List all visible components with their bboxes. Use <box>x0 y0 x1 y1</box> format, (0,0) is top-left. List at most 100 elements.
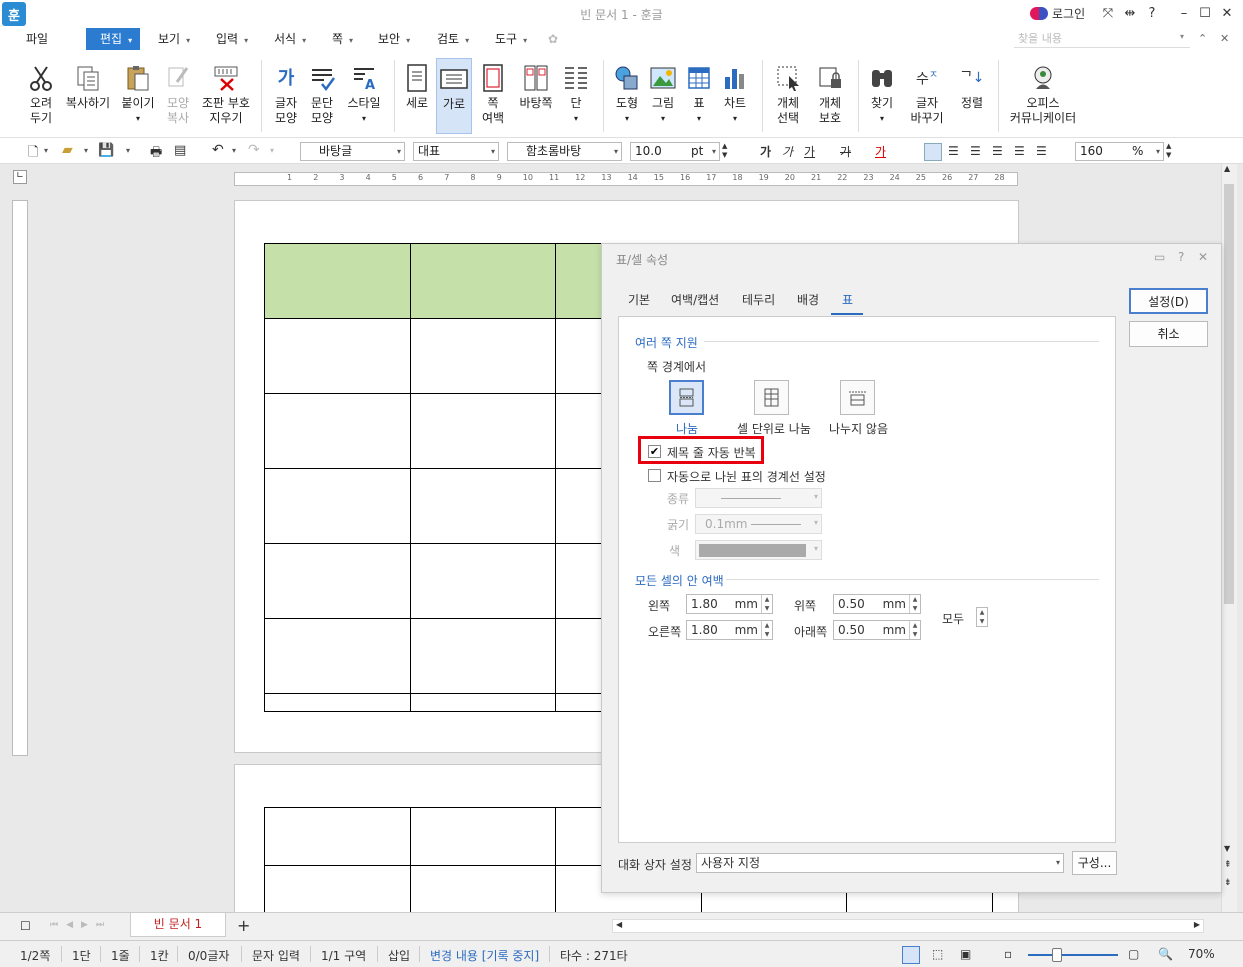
bottom-margin-field[interactable]: 0.50 mm ▲ ▼ <box>833 620 921 640</box>
portrait-button[interactable]: 세로 <box>400 58 434 134</box>
scroll-down-icon[interactable]: ▼ <box>1224 844 1230 853</box>
table-cell-properties-dialog[interactable]: 표/셀 속성 ▭ ? ✕ 기본 여백/캡션 테두리 배경 표 여러 쪽 지원 쪽… <box>601 243 1222 893</box>
view-normal-icon[interactable] <box>902 946 920 964</box>
paste-button[interactable]: 붙이기 ▾ <box>118 58 158 134</box>
align-center-icon[interactable]: ☰ <box>970 144 981 158</box>
menu-file[interactable]: 파일 <box>26 28 48 50</box>
char-shape-button[interactable]: 가 글자 모양 <box>268 58 304 134</box>
language-combo[interactable]: 대표 ▾ <box>413 142 499 161</box>
horizontal-ruler[interactable]: 1 2 3 4 5 6 7 8 9 10 11 12 13 14 15 16 17 18 19 20 21 22 23 24 2… <box>234 172 1018 186</box>
left-margin-field[interactable]: 1.80 mm ▲ ▼ <box>686 594 773 614</box>
thickness-combo[interactable]: 0.1mm ▾ <box>695 514 822 534</box>
tab-nav-icons[interactable]: ⏮◀▶⏭ <box>50 920 112 930</box>
find-button[interactable]: 찾기 ▾ <box>864 58 900 134</box>
font-size-field[interactable]: 10.0 pt ▾ <box>630 142 720 161</box>
scroll-up-icon[interactable]: ▲ <box>1224 164 1230 173</box>
color-combo[interactable]: ▾ <box>695 540 822 560</box>
tab-table[interactable]: 표 <box>842 291 853 308</box>
cut-button[interactable]: 오려 두기 <box>22 58 60 134</box>
line-type-combo[interactable]: ▾ <box>695 488 822 508</box>
maximize-icon[interactable]: ☐ <box>1197 6 1213 22</box>
resize-icon[interactable]: ⇹ <box>1122 6 1138 22</box>
split-option-cell[interactable] <box>754 380 789 415</box>
document-tab[interactable]: 빈 문서 1 <box>130 913 226 937</box>
zoom-slider[interactable] <box>1028 954 1118 956</box>
repeat-header-checkbox[interactable]: ✔ <box>648 445 661 458</box>
font-color-button[interactable]: 가 <box>875 143 886 160</box>
split-option-none[interactable] <box>840 380 875 415</box>
top-margin-field[interactable]: 0.50 mm ▲ ▼ <box>833 594 921 614</box>
tab-basic[interactable]: 기본 <box>628 291 650 308</box>
dialog-help-icon[interactable]: ? <box>1178 250 1184 264</box>
bold-button[interactable]: 가 <box>760 143 771 160</box>
zoom-out-icon[interactable]: ▫ <box>1004 947 1012 961</box>
sort-button[interactable]: ᄀ↓ 정렬 <box>954 58 990 134</box>
underline-button[interactable]: 가 <box>804 143 815 160</box>
font-combo[interactable]: 함초롬바탕 ▾ <box>507 142 622 161</box>
menu-format[interactable]: 서식 ▾ <box>274 28 306 50</box>
menu-review[interactable]: 검토 ▾ <box>437 28 469 50</box>
zoom-combo[interactable]: 160% ▾ <box>1075 142 1164 161</box>
menu-insert[interactable]: 입력 ▾ <box>216 28 248 50</box>
para-shape-button[interactable]: 문단 모양 <box>304 58 340 134</box>
split-option-split[interactable] <box>669 380 704 415</box>
new-doc-icon[interactable]: 🗋 <box>28 143 38 165</box>
size-spin-icon[interactable]: ▲ ▼ <box>722 142 727 160</box>
chart-button[interactable]: 차트 ▾ <box>718 58 752 134</box>
copy-button[interactable]: 복사하기 <box>62 58 114 134</box>
ribbon-collapse-icon[interactable]: ⌃ <box>1198 32 1207 45</box>
zoom-in-icon[interactable]: ▢ <box>1128 947 1139 961</box>
italic-button[interactable]: 가 <box>782 143 793 160</box>
vertical-ruler[interactable] <box>12 200 28 756</box>
page-down-icon[interactable]: ⇟ <box>1224 878 1232 888</box>
menu-security[interactable]: 보안 ▾ <box>378 28 410 50</box>
status-zoom[interactable]: 70% <box>1188 947 1215 961</box>
add-tab-button[interactable]: + <box>237 916 250 935</box>
magnifier-icon[interactable]: 🔍 <box>1158 947 1173 961</box>
tab-background[interactable]: 배경 <box>797 291 819 308</box>
scroll-thumb[interactable] <box>1224 184 1234 604</box>
search-dropdown-icon[interactable]: ▾ <box>1180 32 1184 41</box>
tab-list-icon[interactable]: ☐ <box>20 919 31 933</box>
columns-button[interactable]: 단 ▾ <box>560 58 592 134</box>
open-folder-icon[interactable]: ▰ <box>62 142 73 158</box>
save-icon[interactable]: 💾 <box>98 143 114 158</box>
picture-button[interactable]: 그림 ▾ <box>646 58 680 134</box>
zoom-spin-icon[interactable]: ▲ ▼ <box>1166 142 1171 160</box>
align-distribute-icon[interactable]: ☰ <box>1014 144 1025 158</box>
align-justify-button[interactable] <box>924 143 942 161</box>
obj-select-button[interactable]: 개체 선택 <box>770 58 806 134</box>
help-icon[interactable]: ? <box>1144 6 1160 22</box>
zoom-slider-thumb[interactable] <box>1052 948 1062 962</box>
menu-view[interactable]: 보기 ▾ <box>158 28 190 50</box>
preview-icon[interactable]: ▤ <box>174 143 186 158</box>
settings-icon[interactable]: ✿ <box>548 32 558 46</box>
open-dropdown-icon[interactable]: ▾ <box>84 146 88 155</box>
fullscreen-icon[interactable]: ⤧ <box>1100 6 1116 22</box>
cancel-button[interactable]: 취소 <box>1129 321 1208 347</box>
save-dropdown-icon[interactable]: ▾ <box>126 146 130 155</box>
dialog-setting-combo[interactable]: 사용자 지정 ▾ <box>696 853 1064 873</box>
vertical-scrollbar[interactable]: ▲ ▼ ⇞ ⇟ <box>1221 164 1237 912</box>
tab-margin-caption[interactable]: 여백/캡션 <box>671 291 719 308</box>
style-combo[interactable]: 바탕글 ▾ <box>300 142 405 161</box>
replace-button[interactable]: 수ㅈ 글자 바꾸기 <box>904 58 950 134</box>
style-button[interactable]: A 스타일 ▾ <box>344 58 384 134</box>
dialog-close-icon[interactable]: ✕ <box>1198 250 1208 264</box>
ok-button[interactable]: 설정(D) <box>1129 288 1208 314</box>
page-up-icon[interactable]: ⇞ <box>1224 860 1232 870</box>
redo-icon[interactable]: ↷ <box>248 142 260 158</box>
align-right-icon[interactable]: ☰ <box>992 144 1003 158</box>
horizontal-scrollbar[interactable]: ◀ ▶ <box>612 919 1204 933</box>
shape-button[interactable]: 도형 ▾ <box>610 58 644 134</box>
search-input[interactable]: 찾을 내용 <box>1014 30 1190 48</box>
office-community-button[interactable]: 오피스 커뮤니케이터 <box>1004 58 1082 134</box>
status-track-changes[interactable]: 변경 내용 [기록 중지] <box>430 947 539 964</box>
close-icon[interactable]: ✕ <box>1219 6 1235 22</box>
menu-edit[interactable]: 편집 ▾ <box>86 28 141 50</box>
landscape-button[interactable]: 가로 <box>436 58 472 134</box>
login-button[interactable]: 로그인 <box>1030 5 1085 22</box>
status-insert[interactable]: 삽입 <box>388 947 410 964</box>
menu-tools[interactable]: 도구 ▾ <box>495 28 527 50</box>
ruler-corner-icon[interactable]: ∟ <box>13 170 27 184</box>
